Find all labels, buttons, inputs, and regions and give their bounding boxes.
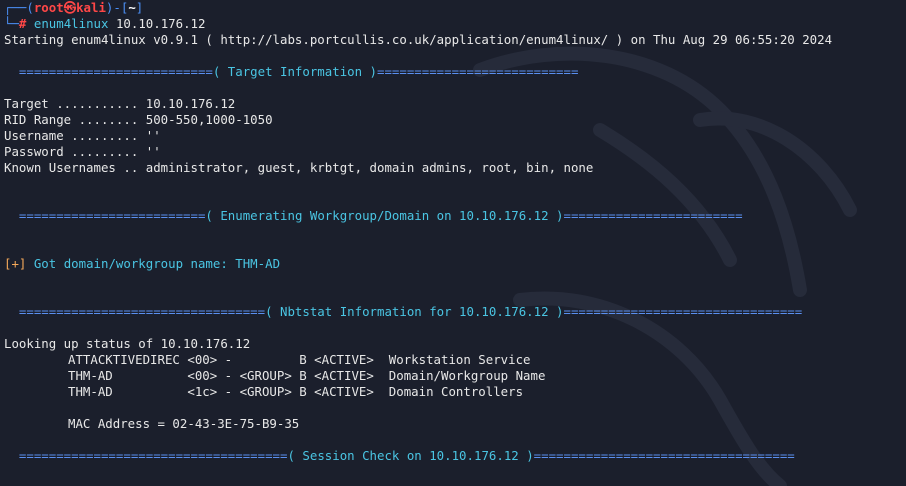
nbtstat-row: THM-AD <00> - <GROUP> B <ACTIVE> Domain/… xyxy=(68,368,546,383)
known-usernames-line: Known Usernames .. administrator, guest,… xyxy=(4,160,594,175)
nbtstat-row: ATTACKTIVEDIREC <00> - B <ACTIVE> Workst… xyxy=(68,352,531,367)
prompt-line-command: └─# enum4linux 10.10.176.12 xyxy=(4,16,904,32)
success-marker: [+] xyxy=(4,256,27,271)
username-line: Username ......... '' xyxy=(4,128,161,143)
prompt-frame-top: ┌──( xyxy=(4,0,34,15)
section-title: ( Nbtstat Information for 10.10.176.12 ) xyxy=(265,304,564,319)
workgroup-result-text: Got domain/workgroup name: THM-AD xyxy=(26,256,281,271)
terminal-window[interactable]: ┌──(root㉿kali)-[~] └─# enum4linux 10.10.… xyxy=(0,0,906,486)
section-header-session: ====================================( Se… xyxy=(4,448,904,464)
section-rule-left: ========================== xyxy=(4,64,213,79)
prompt-hash: # xyxy=(18,16,27,31)
section-rule-right: =================================== xyxy=(533,448,795,463)
section-header-nbtstat: =================================( Nbtst… xyxy=(4,304,904,320)
prompt-at-symbol: ㉿ xyxy=(63,0,77,15)
looking-up-line: Looking up status of 10.10.176.12 xyxy=(4,336,251,351)
prompt-frame-mid: )-[ xyxy=(105,0,129,15)
password-line: Password ......... '' xyxy=(4,144,161,159)
rid-range-line: RID Range ........ 500-550,1000-1050 xyxy=(4,112,273,127)
prompt-frame-bottom: └─ xyxy=(4,16,19,31)
section-rule-right: ================================ xyxy=(563,304,803,319)
section-title: ( Target Information ) xyxy=(212,64,377,79)
section-title: ( Session Check on 10.10.176.12 ) xyxy=(287,448,534,463)
prompt-user: root xyxy=(33,0,64,15)
section-header-workgroup: =========================( Enumerating W… xyxy=(4,208,904,224)
target-line: Target ........... 10.10.176.12 xyxy=(4,96,236,111)
section-rule-left: ==================================== xyxy=(4,448,288,463)
section-rule-left: ========================= xyxy=(4,208,206,223)
prompt-directory: ~ xyxy=(128,0,136,15)
command-name: enum4linux xyxy=(33,16,109,31)
prompt-frame-end: ] xyxy=(135,0,144,15)
nbtstat-row: THM-AD <1c> - <GROUP> B <ACTIVE> Domain … xyxy=(68,384,524,399)
section-rule-left: ================================= xyxy=(4,304,266,319)
workgroup-result-line: [+] Got domain/workgroup name: THM-AD xyxy=(4,256,904,272)
section-rule-right: ======================== xyxy=(563,208,743,223)
prompt-host: kali xyxy=(76,0,106,15)
section-rule-right: =========================== xyxy=(377,64,579,79)
command-argument: 10.10.176.12 xyxy=(115,16,206,31)
section-title: ( Enumerating Workgroup/Domain on 10.10.… xyxy=(205,208,564,223)
mac-address-line: MAC Address = 02-43-3E-75-B9-35 xyxy=(68,416,300,431)
starting-line: Starting enum4linux v0.9.1 ( http://labs… xyxy=(4,32,833,47)
prompt-line-top: ┌──(root㉿kali)-[~] xyxy=(4,0,904,16)
terminal-output: ┌──(root㉿kali)-[~] └─# enum4linux 10.10.… xyxy=(4,0,904,464)
section-header-target-info: ==========================( Target Infor… xyxy=(4,64,904,80)
